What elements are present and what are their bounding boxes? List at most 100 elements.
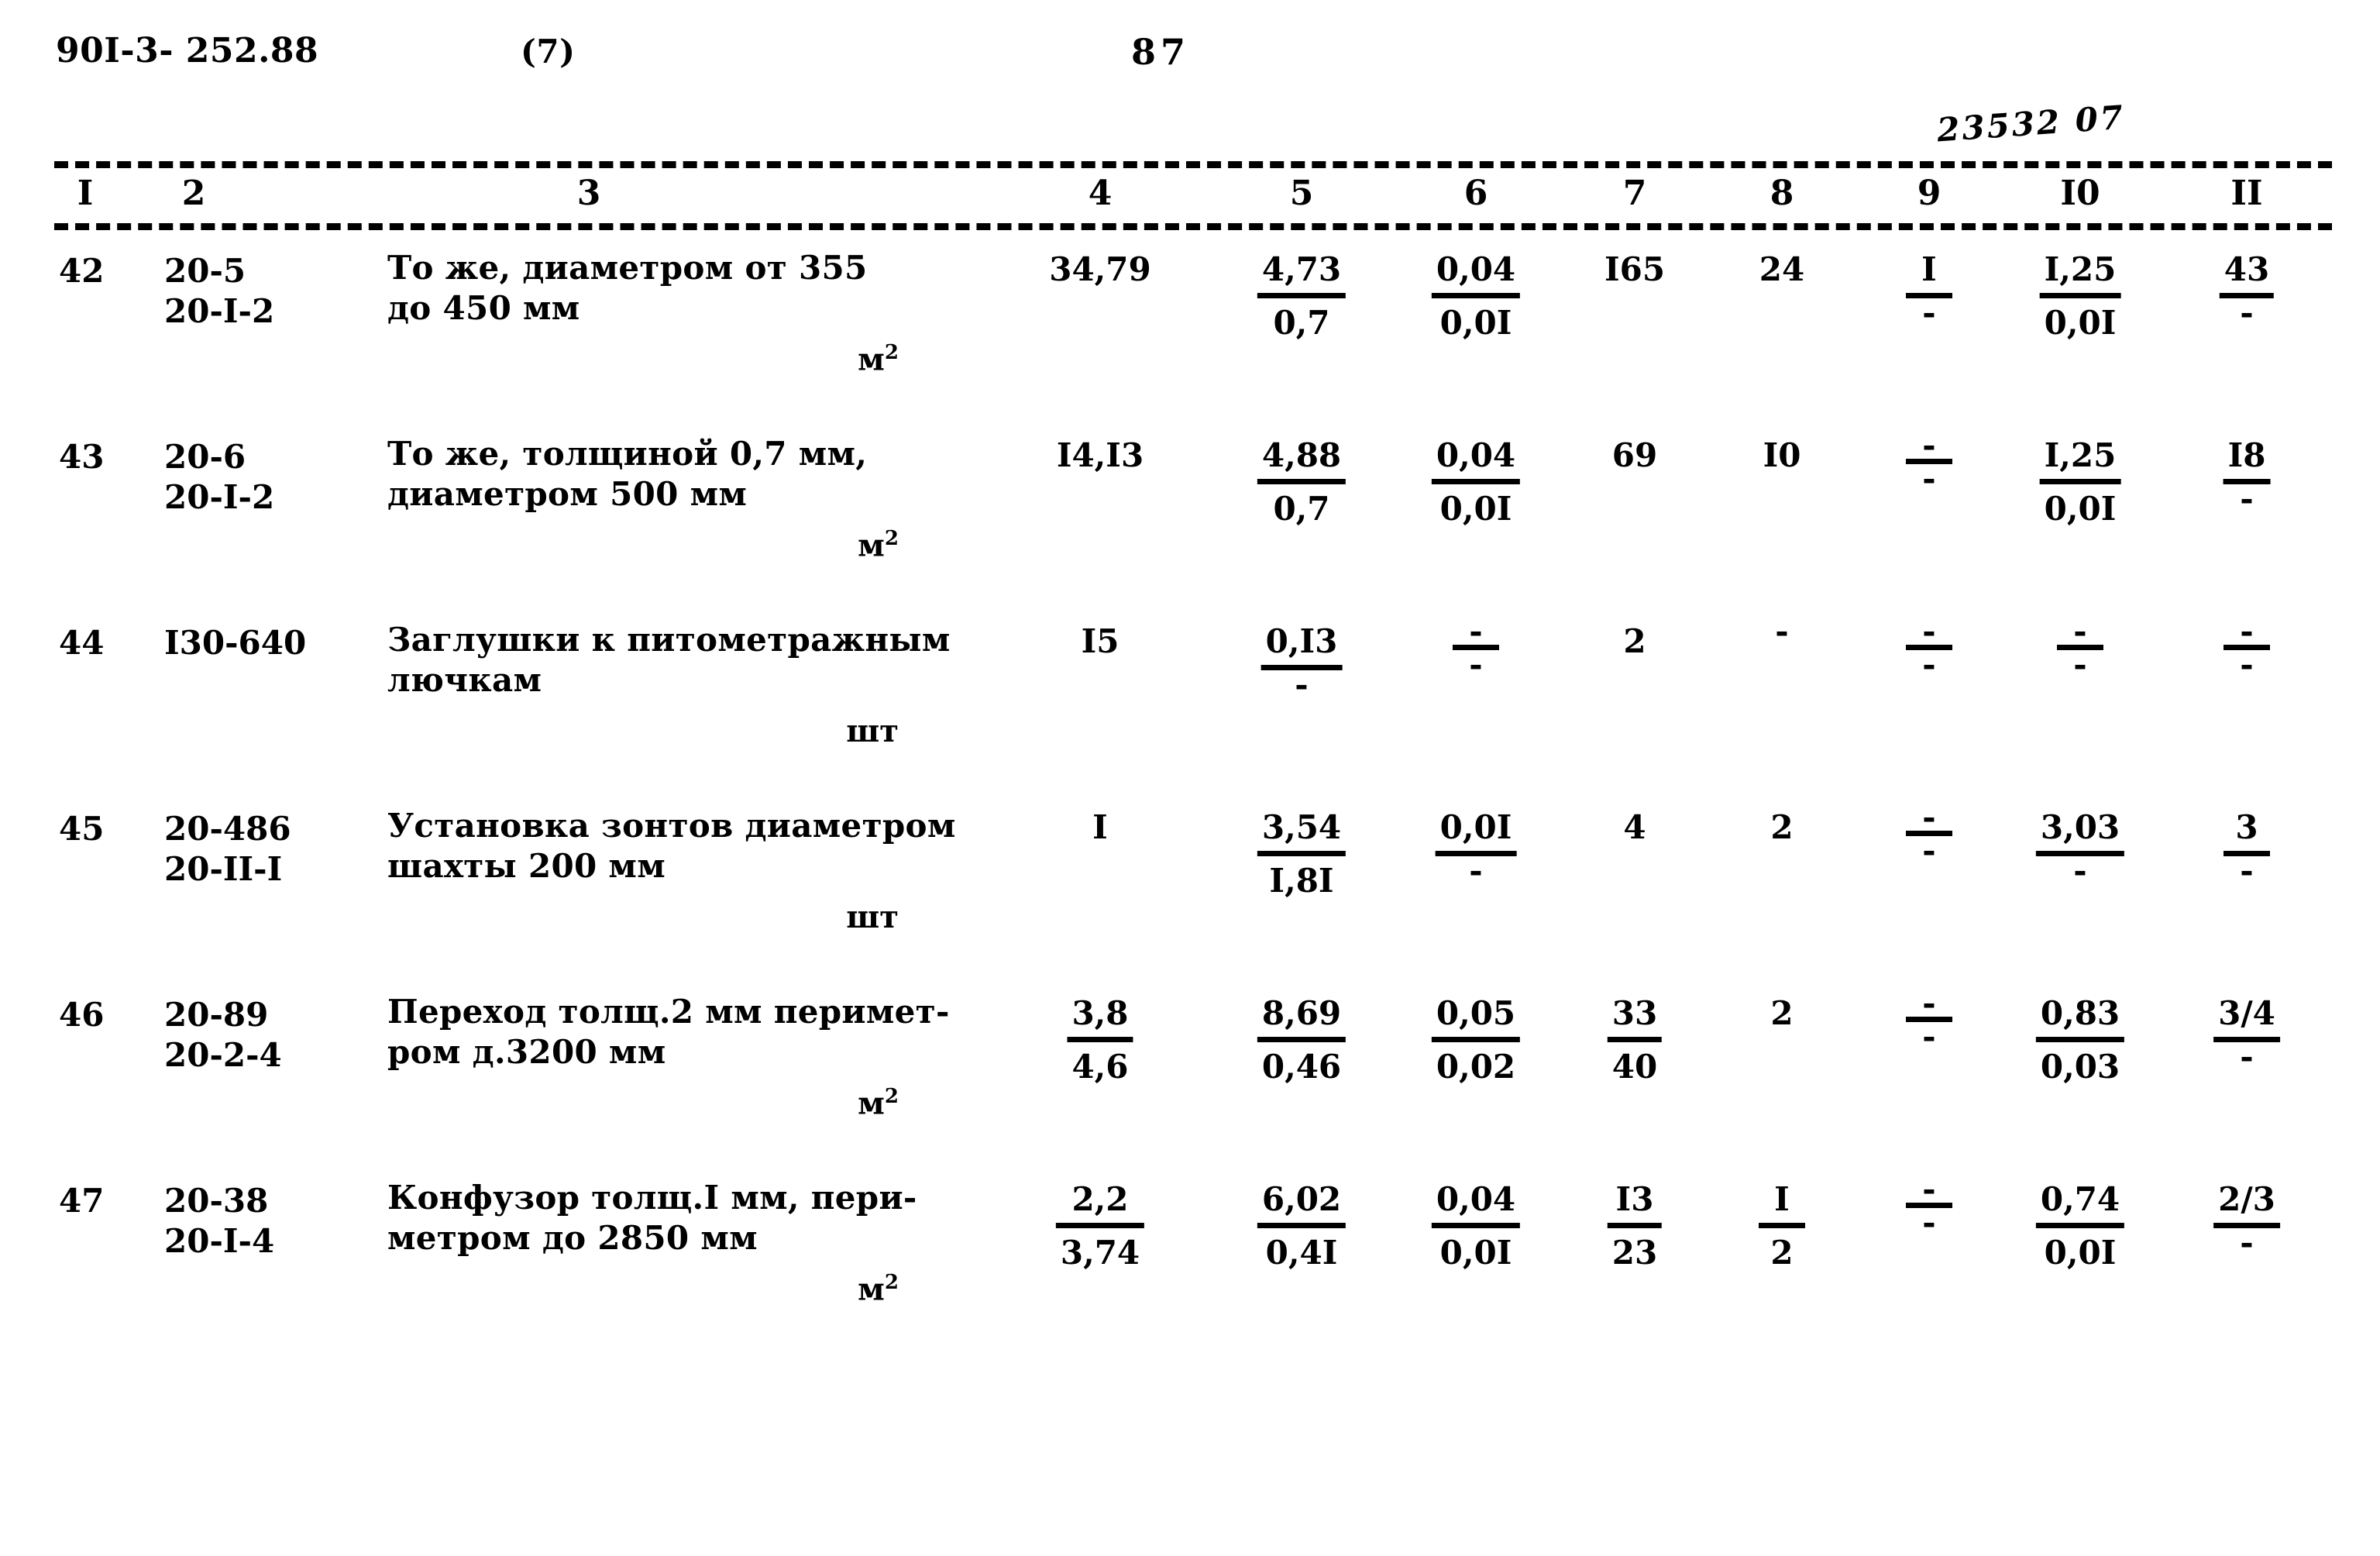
row-unit: м2 [744, 527, 899, 563]
cell-col9: -- [1906, 801, 1952, 867]
cell-col5-numerator: 4,88 [1257, 434, 1346, 484]
cell-col11-numerator: I8 [2223, 434, 2271, 484]
cell-col11-denominator: - [2240, 852, 2254, 890]
cell-col8: 24 [1755, 248, 1809, 291]
cell-col10: 0,83 0,03 [2035, 992, 2125, 1089]
cell-col9-numerator: I [1906, 248, 1952, 298]
cell-col6-numerator: 0,0I [1435, 806, 1517, 856]
cell-col5-numerator: 0,I3 [1261, 620, 1343, 670]
column-header-10: I0 [2060, 174, 2100, 213]
row-unit-text: м [858, 1271, 885, 1308]
cell-col7: I3 23 [1607, 1178, 1663, 1275]
cell-col9: -- [1906, 987, 1952, 1055]
table-rule-top [54, 161, 2332, 168]
column-header-7: 7 [1622, 174, 1647, 213]
row-unit: шт [744, 713, 899, 749]
cell-col6-denominator: 0,0I [1439, 1234, 1512, 1272]
cell-col8: 2 [1759, 806, 1805, 849]
table-row: 47 20-38 20-I-4 Конфузор толщ.I мм, пери- … [0, 1170, 2380, 1356]
column-header-5: 5 [1289, 174, 1314, 213]
cell-col11: 3- [2224, 806, 2270, 890]
cell-col8-numerator: 2 [1770, 994, 1794, 1032]
cell-col9: -- [1906, 429, 1952, 497]
cell-col5: 4,73 0,7 [1257, 248, 1346, 345]
cell-col6: 0,04 0,0I [1431, 1178, 1521, 1275]
cell-col10: 0,74 0,0I [2035, 1178, 2125, 1275]
cell-col7: 4 [1611, 806, 1658, 849]
cell-col11: I8- [2223, 434, 2271, 515]
cell-col11-denominator: - [2240, 1038, 2254, 1076]
row-number: 47 [59, 1182, 105, 1220]
cell-col10-denominator: 0,0I [2044, 490, 2117, 528]
cell-col7-numerator: 33 [1607, 992, 1663, 1042]
row-price-code: 20-5 20-I-2 [164, 252, 275, 330]
cell-col9-denominator: - [1922, 460, 1936, 497]
row-unit-text: м [858, 341, 885, 378]
cell-col10-denominator: - [2073, 852, 2087, 890]
row-number: 44 [59, 624, 105, 662]
document-code: 90I-3- 252.88 [56, 31, 319, 71]
cell-col4-denominator: 4,6 [1071, 1048, 1129, 1086]
cell-col4: 34,79 [1044, 248, 1156, 291]
row-unit-exponent: 2 [884, 341, 899, 364]
cell-col6-denominator: 0,02 [1436, 1048, 1516, 1086]
cell-col11-denominator: - [2240, 645, 2254, 683]
cell-col5: 8,69 0,46 [1257, 992, 1346, 1089]
row-price-code: I30-640 [164, 624, 307, 662]
row-description: Переход толщ.2 мм перимет- ром д.3200 мм [387, 993, 950, 1071]
table-body: 42 20-5 20-I-2 То же, диаметром от 355 до … [0, 240, 2380, 1356]
cell-col8: 2 [1759, 992, 1805, 1035]
cell-col4-numerator: I4,I3 [1056, 436, 1144, 474]
cell-col10-numerator: 3,03 [2035, 806, 2125, 856]
cell-col8-numerator: - [1775, 612, 1789, 650]
row-unit-text: м [858, 527, 885, 564]
cell-col5-denominator: 0,7 [1273, 490, 1330, 528]
cell-col5-denominator: 0,4I [1265, 1234, 1338, 1272]
cell-col11-numerator: 2/3 [2213, 1178, 2280, 1228]
cell-col9-denominator: - [1922, 1203, 1936, 1241]
cell-col11-numerator: 3/4 [2213, 992, 2280, 1042]
cell-col7: I65 [1600, 248, 1670, 291]
cell-col7: 2 [1611, 620, 1658, 663]
column-header-4: 4 [1088, 174, 1113, 213]
column-header-2: 2 [181, 174, 206, 213]
cell-col10: I,25 0,0I [2039, 248, 2121, 345]
cell-col9: I- [1906, 248, 1952, 329]
page-number: 87 [1131, 31, 1191, 73]
cell-col10-denominator: 0,0I [2044, 304, 2117, 342]
cell-col6-numerator: 0,05 [1431, 992, 1521, 1042]
cell-col6: 0,05 0,02 [1431, 992, 1521, 1089]
cell-col5-denominator: I,8I [1269, 862, 1334, 900]
row-price-code: 20-6 20-I-2 [164, 438, 275, 516]
row-unit-text: м [858, 1085, 885, 1122]
cell-col9-denominator: - [1922, 1017, 1936, 1055]
cell-col6: 0,0I - [1435, 806, 1517, 887]
cell-col7-numerator: 69 [1611, 436, 1658, 474]
cell-col8-numerator: 24 [1759, 250, 1805, 288]
cell-col5: 0,I3- [1261, 620, 1343, 701]
cell-col11-denominator: - [2240, 294, 2254, 332]
cell-col5: 6,02 0,4I [1257, 1178, 1346, 1275]
row-unit: м2 [744, 1085, 899, 1121]
cell-col6-denominator: 0,0I [1439, 304, 1512, 342]
row-price-code: 20-89 20-2-4 [164, 996, 282, 1074]
cell-col9-denominator: - [1922, 645, 1936, 683]
column-header-11: II [2230, 174, 2263, 213]
cell-col4-numerator: 34,79 [1049, 250, 1151, 288]
cell-col6-numerator: 0,04 [1431, 434, 1521, 484]
cell-col11: 2/3- [2213, 1178, 2280, 1259]
cell-col10-denominator: 0,0I [2044, 1234, 2117, 1272]
row-unit-exponent: 2 [884, 1085, 899, 1108]
cell-col7: 33 40 [1607, 992, 1663, 1089]
column-header-1: I [77, 174, 94, 213]
cell-col6-numerator: 0,04 [1431, 248, 1521, 298]
cell-col11-numerator: 43 [2219, 248, 2275, 298]
cell-col10-numerator: 0,74 [2035, 1178, 2125, 1228]
cell-col4-numerator: I5 [1081, 622, 1119, 660]
cell-col6: 0,04 0,0I [1431, 248, 1521, 345]
row-price-code: 20-486 20-II-I [164, 810, 291, 888]
cell-col10: -- [2057, 615, 2103, 681]
cell-col8-numerator: I [1759, 1178, 1805, 1228]
table-rule-bottom [54, 223, 2332, 230]
cell-col8: I0 [1759, 434, 1806, 477]
